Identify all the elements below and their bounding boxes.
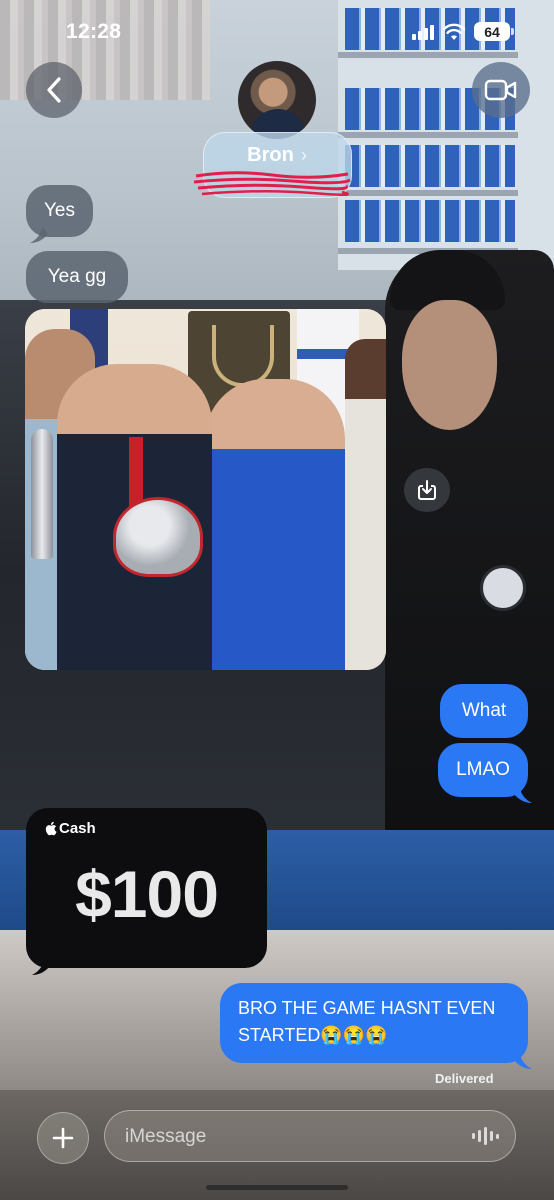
- contact-avatar[interactable]: [238, 61, 316, 139]
- delivery-status: Delivered: [435, 1071, 494, 1086]
- apple-icon: [45, 821, 57, 836]
- message-text: BRO THE GAME HASNT EVEN STARTED😭😭😭: [238, 998, 496, 1045]
- message-text: What: [461, 700, 507, 721]
- photo-attachment[interactable]: [25, 309, 386, 670]
- battery-icon: 64: [474, 22, 514, 41]
- save-photo-button[interactable]: [404, 468, 450, 512]
- message-text: LMAO: [456, 759, 510, 780]
- contact-name: Bron: [247, 144, 294, 166]
- bubble-tail: [514, 786, 532, 803]
- bubble-tail: [32, 958, 50, 975]
- message-text: Yea gg: [47, 266, 107, 287]
- back-button[interactable]: [26, 62, 82, 118]
- cash-brand-label: Cash: [59, 820, 96, 837]
- bubble-tail: [30, 226, 48, 243]
- wifi-icon: [442, 23, 466, 40]
- bubble-tail: [514, 1052, 532, 1069]
- message-bubble-outgoing[interactable]: BRO THE GAME HASNT EVEN STARTED😭😭😭: [220, 983, 528, 1063]
- video-camera-icon: [484, 79, 517, 101]
- message-bubble-incoming[interactable]: Yea gg: [26, 251, 128, 303]
- message-composer[interactable]: [104, 1110, 516, 1163]
- add-attachment-button[interactable]: [37, 1112, 89, 1164]
- waveform-icon[interactable]: [472, 1126, 499, 1146]
- message-bubble-outgoing[interactable]: What: [440, 684, 528, 738]
- cellular-signal-icon: [412, 24, 434, 40]
- status-icons: 64: [412, 22, 514, 41]
- chevron-right-icon: ›: [301, 145, 307, 165]
- chevron-left-icon: [47, 77, 61, 103]
- download-icon: [418, 480, 436, 500]
- cash-amount: $100: [75, 857, 219, 931]
- cash-brand: Cash: [44, 820, 96, 837]
- facetime-video-button[interactable]: [472, 62, 530, 118]
- plus-icon: [52, 1127, 74, 1149]
- apple-cash-card[interactable]: Cash $100: [26, 808, 267, 968]
- redaction-scribble: [193, 171, 351, 196]
- imessage-input[interactable]: [123, 1111, 467, 1163]
- home-indicator: [206, 1185, 348, 1190]
- message-text: Yes: [44, 200, 75, 221]
- status-time: 12:28: [66, 20, 122, 43]
